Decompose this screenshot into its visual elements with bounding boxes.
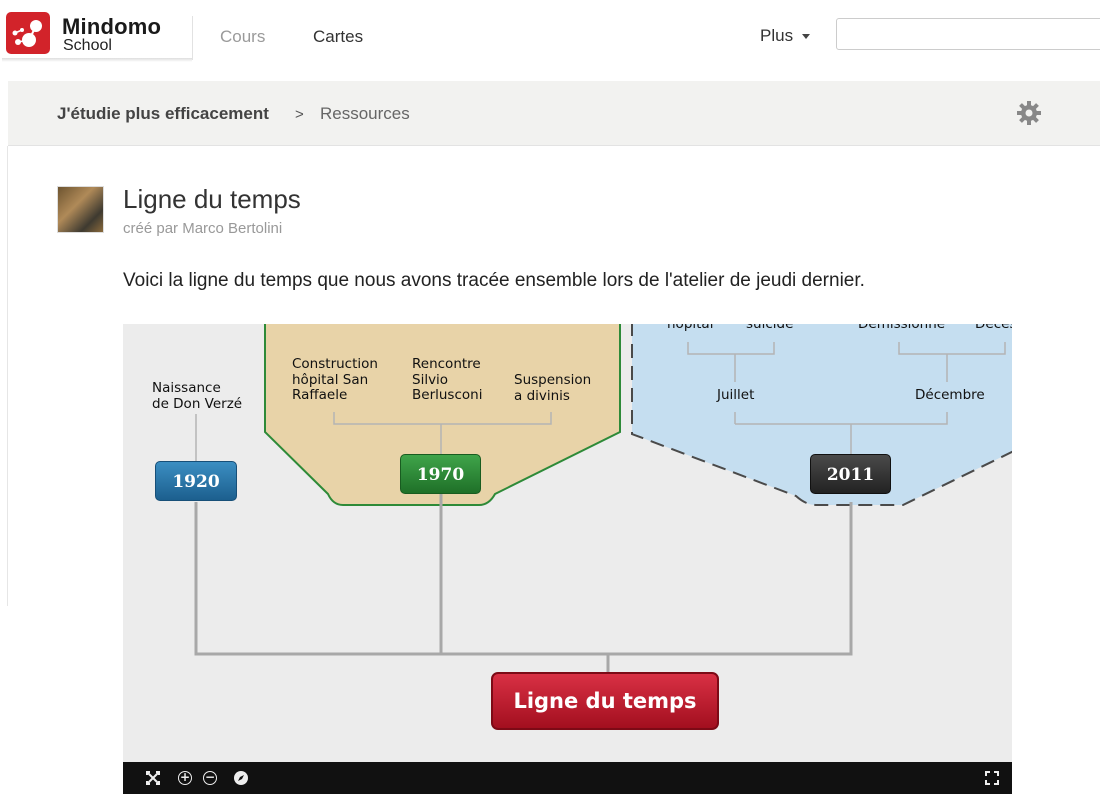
- topic-1920[interactable]: 1920: [155, 461, 237, 501]
- subtopic-suspension[interactable]: Suspension a divinis: [514, 372, 591, 404]
- compass-icon[interactable]: [233, 770, 249, 786]
- breadcrumb-separator: >: [295, 106, 304, 123]
- subtopic-demissionne[interactable]: Démissionne: [858, 324, 945, 333]
- zoom-in-icon[interactable]: +: [178, 771, 192, 785]
- brand-sub: School: [63, 37, 112, 54]
- subtopic-construction[interactable]: Construction hôpital San Raffaele: [292, 356, 378, 404]
- nav-cours-link[interactable]: Cours: [220, 27, 265, 47]
- fullscreen-icon[interactable]: [984, 770, 1000, 786]
- mindomo-logo-icon[interactable]: [6, 12, 50, 54]
- page-title: Ligne du temps: [123, 184, 301, 214]
- author-byline: créé par Marco Bertolini: [123, 220, 283, 237]
- author-avatar[interactable]: [57, 186, 104, 233]
- gear-icon[interactable]: [1016, 100, 1042, 126]
- nav-cartes-link[interactable]: Cartes: [313, 27, 363, 47]
- main-connectors: [194, 494, 853, 674]
- subtopic-naissance[interactable]: Naissance de Don Verzé: [152, 380, 242, 412]
- search-input[interactable]: [836, 18, 1100, 50]
- central-topic[interactable]: Ligne du temps: [491, 672, 719, 730]
- subtopic-juillet[interactable]: Juillet: [717, 387, 754, 404]
- fit-icon[interactable]: [145, 770, 161, 786]
- logo-shadow: [2, 58, 192, 62]
- breadcrumb-current: Ressources: [320, 104, 410, 123]
- content-left-border: [7, 146, 8, 606]
- subtopic-deces[interactable]: Décès: [975, 324, 1012, 333]
- chevron-down-icon[interactable]: [802, 34, 810, 39]
- subtopic-hopital[interactable]: hôpital: [667, 324, 713, 333]
- nav-divider: [192, 16, 193, 60]
- zoom-out-icon[interactable]: −: [203, 771, 217, 785]
- subtopic-suicide[interactable]: suicide: [746, 324, 793, 333]
- plus-menu-button[interactable]: Plus: [760, 26, 793, 46]
- subtopic-decembre[interactable]: Décembre: [915, 387, 985, 404]
- breadcrumb-parent-link[interactable]: J'étudie plus efficacement: [57, 104, 269, 124]
- top-navigation: Mindomo School Cours Cartes Plus: [0, 0, 1100, 76]
- topic-2011[interactable]: 2011: [810, 454, 891, 494]
- subtopic-rencontre[interactable]: Rencontre Silvio Berlusconi: [412, 356, 482, 404]
- topic-1970[interactable]: 1970: [400, 454, 481, 494]
- mind-map-viewer[interactable]: Naissance de Don Verzé Construction hôpi…: [123, 324, 1012, 794]
- map-toolbar: + −: [123, 762, 1012, 794]
- page-description: Voici la ligne du temps que nous avons t…: [123, 270, 865, 291]
